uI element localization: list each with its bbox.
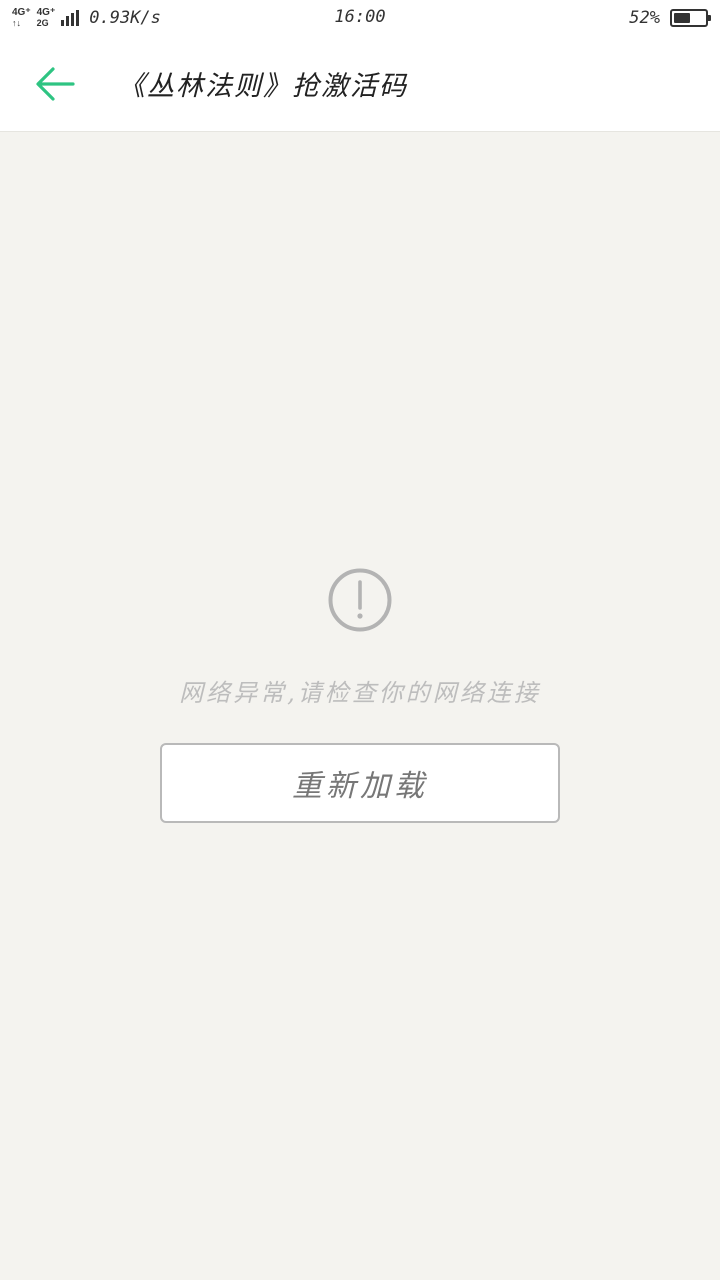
network-type-2-sub: 2G xyxy=(36,18,49,28)
network-speed: 0.93K/s xyxy=(89,8,161,28)
network-activity-icon: ↑↓ xyxy=(12,18,21,28)
network-type-1: 4G⁺ xyxy=(12,7,31,18)
error-message: 网络异常,请检查你的网络连接 xyxy=(179,679,541,707)
content-area: 网络异常,请检查你的网络连接 重新加载 xyxy=(0,133,720,1280)
signal-icon xyxy=(61,10,80,26)
reload-button[interactable]: 重新加载 xyxy=(160,743,560,823)
network-type-2: 4G⁺ xyxy=(36,7,56,18)
battery-icon xyxy=(670,9,711,27)
arrow-left-icon xyxy=(36,66,75,101)
exclamation-circle-icon xyxy=(328,568,392,632)
battery-level xyxy=(674,13,690,23)
status-right: 52% xyxy=(629,8,711,28)
network-indicator-1: 4G⁺ ↑↓ xyxy=(12,7,31,29)
back-button[interactable] xyxy=(0,36,110,132)
page-title: 《丛林法则》抢激活码 xyxy=(118,71,408,102)
battery-percent: 52% xyxy=(629,8,660,28)
app-header: 《丛林法则》抢激活码 xyxy=(0,36,720,132)
network-indicator-2: 4G⁺ 2G xyxy=(36,7,56,29)
status-left: 4G⁺ ↑↓ 4G⁺ 2G 0.93K/s xyxy=(12,0,161,36)
status-bar: 4G⁺ ↑↓ 4G⁺ 2G 0.93K/s 16:00 52% xyxy=(0,0,720,36)
